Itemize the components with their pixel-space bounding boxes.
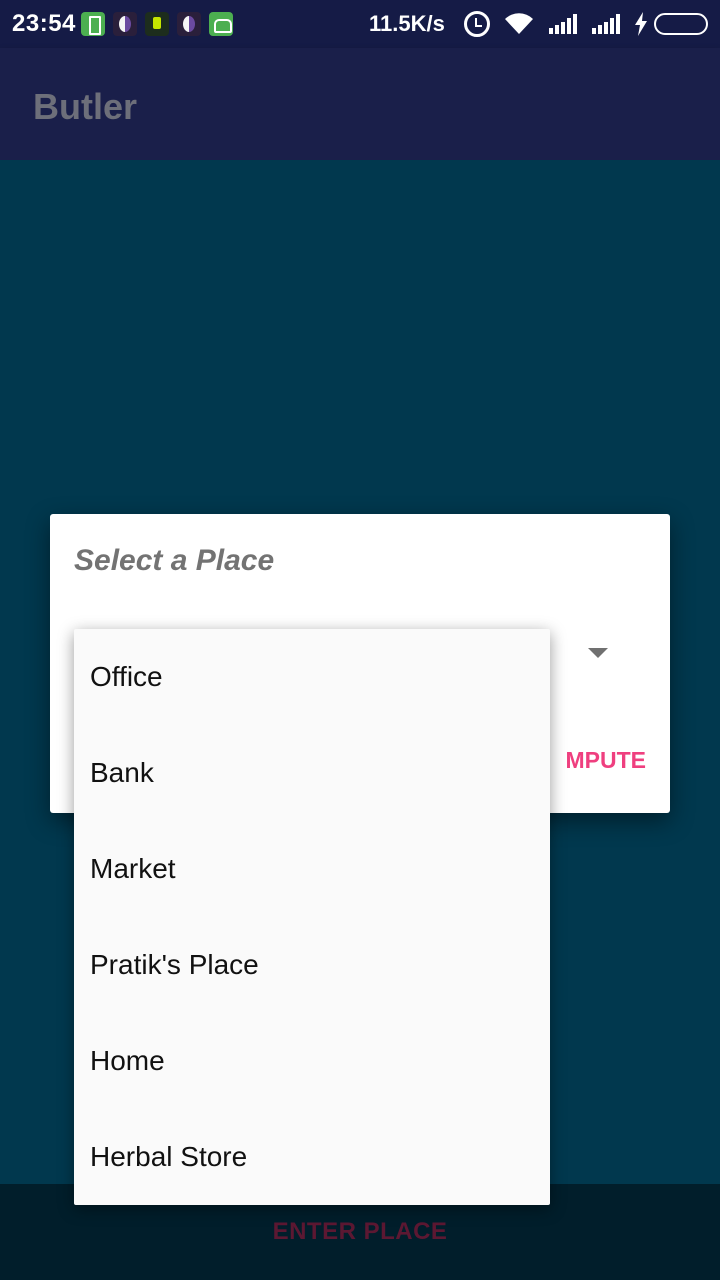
- app-title: Butler: [33, 86, 138, 127]
- network-speed: 11.5K/s: [369, 11, 445, 36]
- alarm-icon: [464, 11, 490, 37]
- status-bar: 23:54 11.5K/s: [0, 0, 720, 48]
- signal-icon: [549, 14, 577, 34]
- moon-icon: [177, 12, 201, 36]
- status-time: 23:54: [12, 10, 76, 37]
- dropdown-item-office[interactable]: Office: [74, 629, 550, 725]
- wifi-icon: [505, 13, 533, 35]
- dropdown-arrow-icon[interactable]: [588, 648, 608, 658]
- app-bar: Butler: [0, 48, 720, 160]
- dropdown-item-bank[interactable]: Bank: [74, 725, 550, 821]
- charging-bolt-icon: [635, 12, 647, 36]
- moon-icon: [113, 12, 137, 36]
- battery-icon: [654, 13, 708, 35]
- place-dropdown-list: Office Bank Market Pratik's Place Home H…: [74, 629, 550, 1205]
- android-icon: [209, 12, 233, 36]
- signal-icon: [592, 14, 620, 34]
- dropdown-item-herbal-store[interactable]: Herbal Store: [74, 1109, 550, 1205]
- dropdown-item-home[interactable]: Home: [74, 1013, 550, 1109]
- battery-saver-icon: [81, 12, 105, 36]
- dropdown-item-pratiks-place[interactable]: Pratik's Place: [74, 917, 550, 1013]
- dropdown-item-market[interactable]: Market: [74, 821, 550, 917]
- dialog-title: Select a Place: [74, 544, 275, 577]
- pin-icon: [145, 12, 169, 36]
